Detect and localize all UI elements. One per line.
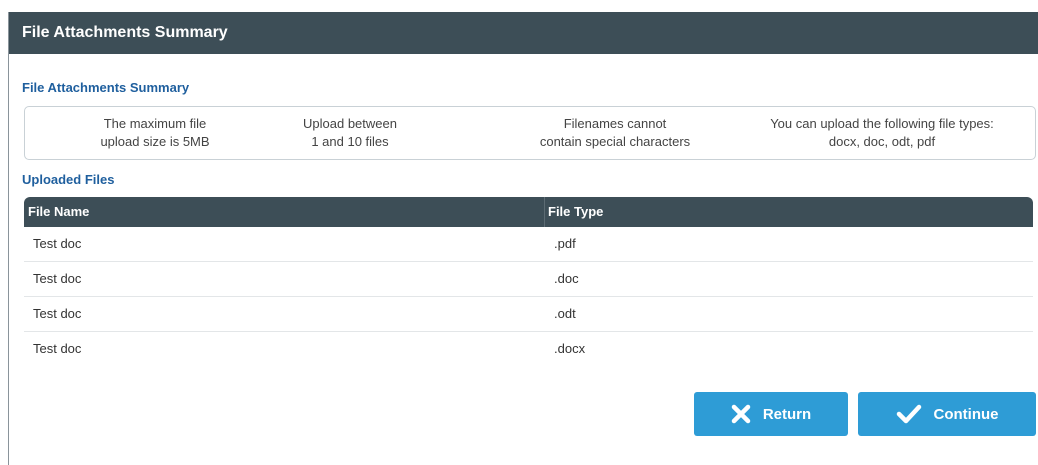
- close-x-icon: [731, 404, 751, 424]
- upload-rules-box: The maximum file upload size is 5MB Uplo…: [24, 106, 1036, 160]
- continue-label: Continue: [933, 405, 999, 423]
- table-row: Test doc .odt: [24, 297, 1033, 332]
- rule-text-line: 1 and 10 files: [311, 134, 389, 149]
- file-name-cell: Test doc: [33, 306, 82, 321]
- rule-file-count: Upload between 1 and 10 files: [270, 107, 430, 159]
- uploaded-files-heading: Uploaded Files: [22, 172, 115, 187]
- file-type-cell: .doc: [554, 271, 579, 286]
- file-type-cell: .docx: [554, 341, 586, 356]
- continue-button[interactable]: Continue: [858, 392, 1036, 436]
- file-type-cell: .odt: [554, 306, 576, 321]
- rule-text-line: Upload between: [303, 116, 397, 131]
- table-row: Test doc .doc: [24, 262, 1033, 297]
- rule-text-line: contain special characters: [539, 134, 691, 149]
- file-name-cell: Test doc: [33, 341, 82, 356]
- file-name-cell: Test doc: [33, 236, 82, 251]
- rule-max-size: The maximum file upload size is 5MB: [65, 107, 245, 159]
- rule-file-types: You can upload the following file types:…: [737, 107, 1027, 159]
- rule-text-line: You can upload the following file types:: [770, 116, 994, 131]
- return-label: Return: [762, 405, 812, 423]
- panel-title: File Attachments Summary: [22, 24, 228, 41]
- rule-filenames: Filenames cannot contain special charact…: [495, 107, 735, 159]
- uploaded-files-table: File Name File Type Test doc .pdf Test d…: [24, 197, 1033, 366]
- checkmark-icon: [896, 404, 922, 424]
- rule-text-line: The maximum file: [103, 116, 207, 131]
- column-divider: [544, 197, 545, 227]
- column-header-file-name: File Name: [28, 204, 90, 219]
- table-header: File Name File Type: [24, 197, 1033, 227]
- column-header-file-type: File Type: [548, 204, 604, 219]
- table-row: Test doc .pdf: [24, 227, 1033, 262]
- rule-text-line: docx, doc, odt, pdf: [828, 134, 936, 149]
- rule-text-line: upload size is 5MB: [100, 134, 210, 149]
- file-name-cell: Test doc: [33, 271, 82, 286]
- rule-text-line: Filenames cannot: [563, 116, 667, 131]
- table-row: Test doc .docx: [24, 332, 1033, 366]
- file-type-cell: .pdf: [554, 236, 576, 251]
- summary-heading: File Attachments Summary: [22, 80, 190, 95]
- return-button[interactable]: Return: [694, 392, 848, 436]
- top-strip: [0, 0, 1038, 12]
- panel-header: File Attachments Summary: [9, 12, 1038, 54]
